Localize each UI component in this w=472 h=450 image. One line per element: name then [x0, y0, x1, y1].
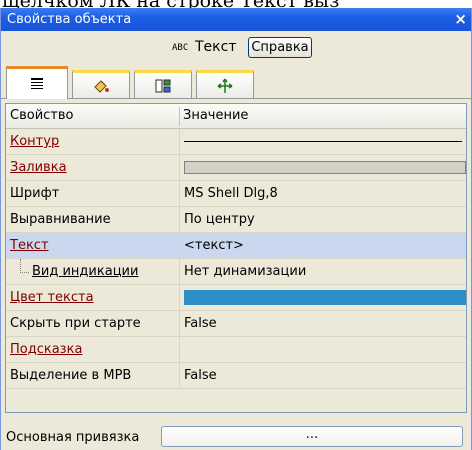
object-type-row: ABC Текст Справка [1, 34, 471, 60]
tab-strip [6, 66, 471, 99]
row-fill[interactable]: Заливка [6, 155, 466, 181]
property-name[interactable]: Цвет текста [10, 290, 94, 305]
object-properties-window: Свойства объекта × ABC Текст Справка Сво… [0, 8, 472, 450]
property-value[interactable]: False [184, 368, 217, 383]
property-value[interactable]: По центру [184, 212, 255, 227]
fill-color-swatch[interactable] [184, 161, 466, 174]
move-icon [217, 78, 233, 93]
outline-line-preview [184, 141, 462, 142]
property-name: Шрифт [10, 186, 60, 201]
cell-separator [179, 181, 180, 206]
row-alignment[interactable]: Выравнивание По центру [6, 207, 466, 233]
property-value[interactable]: MS Shell Dlg,8 [184, 186, 278, 201]
property-grid: Свойство Значение Контур Заливка Шрифт M… [5, 103, 467, 413]
column-header-value[interactable]: Значение [183, 108, 248, 123]
property-value[interactable]: False [184, 316, 217, 331]
property-value[interactable]: <текст> [184, 238, 244, 253]
window-title: Свойства объекта [7, 12, 132, 27]
tab-appearance[interactable] [72, 70, 130, 98]
paint-icon [94, 79, 109, 93]
close-icon[interactable]: × [454, 8, 467, 31]
row-mrv-highlight[interactable]: Выделение в МРВ False [6, 363, 466, 389]
cell-separator [179, 155, 180, 180]
cell-separator [179, 337, 180, 362]
list-icon [31, 78, 43, 89]
main-binding-row: Основная привязка ... [1, 425, 471, 449]
tab-properties[interactable] [6, 66, 68, 99]
tab-bindings[interactable] [134, 70, 192, 98]
tab-position[interactable] [196, 70, 254, 98]
cell-separator [179, 129, 180, 154]
property-name: Выделение в МРВ [10, 368, 132, 383]
column-header-property[interactable]: Свойство [10, 108, 73, 123]
property-name: Скрыть при старте [10, 316, 141, 331]
property-value[interactable]: Нет динамизации [184, 264, 306, 279]
tab-divider [1, 98, 471, 99]
grid-header: Свойство Значение [6, 104, 466, 129]
text-color-swatch[interactable] [184, 290, 466, 305]
cell-separator [179, 233, 180, 258]
cell-separator [179, 311, 180, 336]
main-binding-button[interactable]: ... [161, 426, 463, 447]
object-type-name: Текст [195, 39, 237, 55]
column-separator[interactable] [179, 107, 180, 126]
property-name[interactable]: Вид индикации [32, 264, 138, 279]
text-type-icon: ABC [172, 43, 189, 53]
row-tooltip[interactable]: Подсказка [6, 337, 466, 363]
cell-separator [179, 207, 180, 232]
cell-separator [179, 363, 180, 388]
cell-separator [179, 285, 180, 310]
property-name[interactable]: Заливка [10, 160, 67, 175]
row-text[interactable]: Текст <текст> [6, 233, 466, 259]
cell-separator [179, 259, 180, 284]
property-name[interactable]: Подсказка [10, 342, 82, 357]
help-button[interactable]: Справка [248, 37, 312, 58]
property-name: Выравнивание [10, 212, 111, 227]
row-indication-type[interactable]: Вид индикации Нет динамизации [6, 259, 466, 285]
title-bar[interactable]: Свойства объекта × [1, 8, 471, 31]
row-hide-at-start[interactable]: Скрыть при старте False [6, 311, 466, 337]
tree-connector [20, 259, 29, 273]
row-outline[interactable]: Контур [6, 129, 466, 155]
property-name[interactable]: Контур [10, 134, 59, 149]
binding-icon [155, 79, 171, 92]
row-font[interactable]: Шрифт MS Shell Dlg,8 [6, 181, 466, 207]
property-name[interactable]: Текст [10, 238, 49, 253]
row-text-color[interactable]: Цвет текста [6, 285, 466, 311]
main-binding-label: Основная привязка [6, 430, 140, 445]
background-caption: щелчком ЛК на строке Текст выз [0, 0, 472, 8]
